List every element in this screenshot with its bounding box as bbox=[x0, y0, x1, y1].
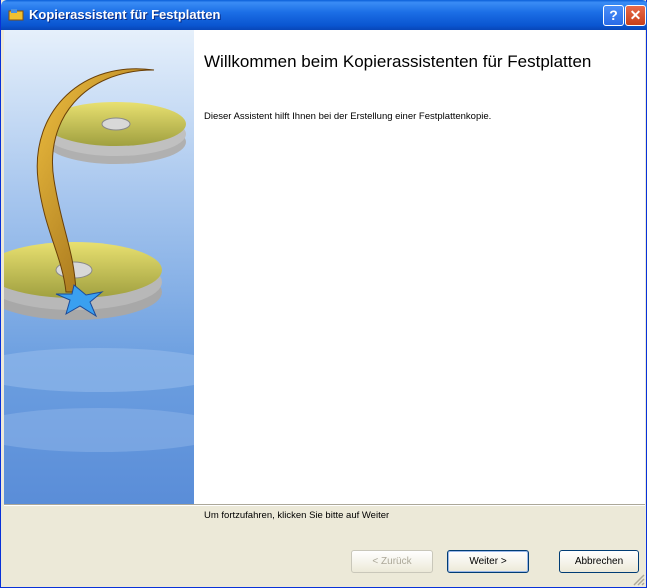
divider bbox=[4, 504, 645, 506]
help-icon[interactable]: ? bbox=[603, 5, 624, 26]
window-title: Kopierassistent für Festplatten bbox=[29, 7, 221, 22]
disk-copy-illustration bbox=[4, 30, 194, 504]
app-icon bbox=[8, 9, 24, 21]
wizard-window: Kopierassistent für Festplatten ? ✕ Will… bbox=[0, 0, 647, 588]
back-button[interactable]: < Zurück bbox=[351, 550, 433, 573]
next-button[interactable]: Weiter > bbox=[447, 550, 529, 573]
resize-grip-icon[interactable] bbox=[631, 572, 645, 586]
close-icon[interactable]: ✕ bbox=[625, 5, 646, 26]
cancel-button[interactable]: Abbrechen bbox=[559, 550, 639, 573]
title-bar[interactable]: Kopierassistent für Festplatten ? ✕ bbox=[1, 0, 647, 30]
wizard-content: Willkommen beim Kopierassistenten für Fe… bbox=[4, 30, 645, 521]
continue-hint: Um fortzufahren, klicken Sie bitte auf W… bbox=[204, 510, 390, 521]
intro-text: Dieser Assistent hilft Ihnen bei der Ers… bbox=[204, 111, 492, 122]
page-title: Willkommen beim Kopierassistenten für Fe… bbox=[204, 52, 592, 71]
